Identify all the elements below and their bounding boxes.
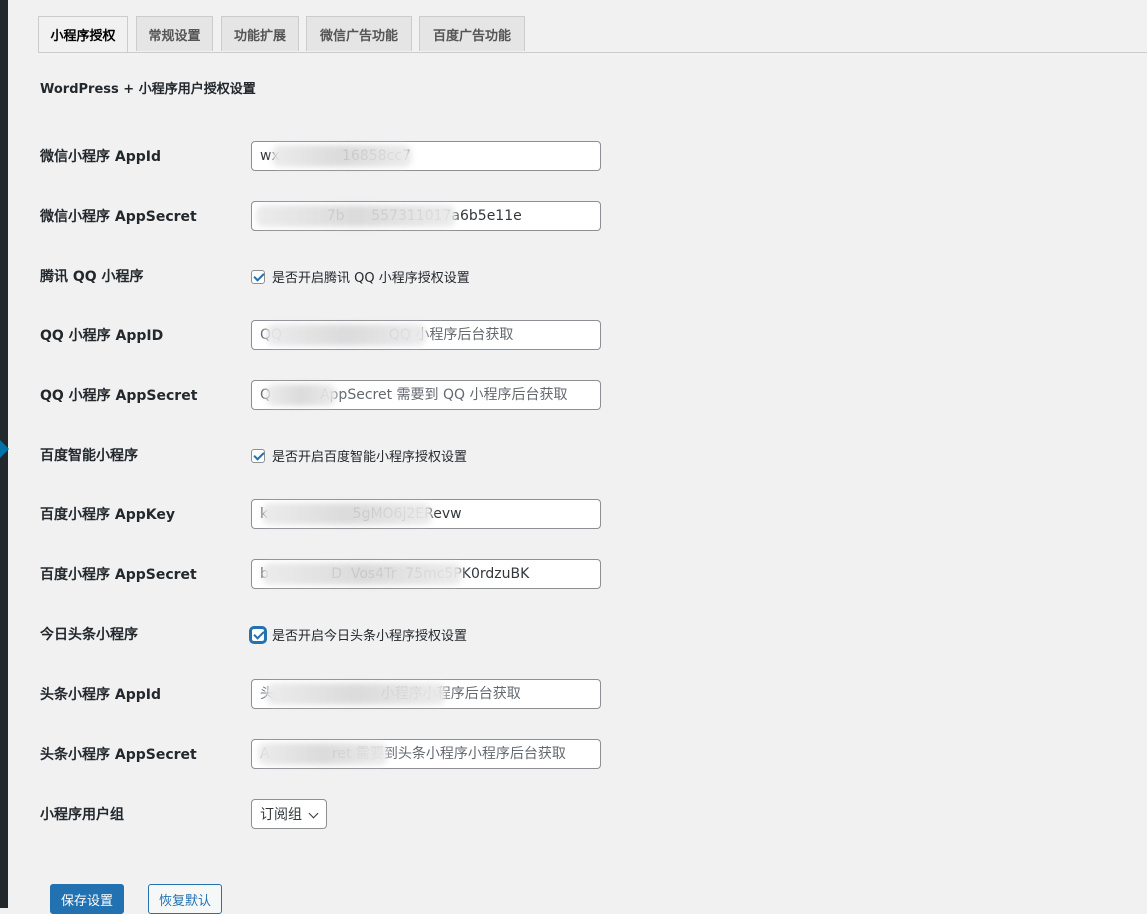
qq-appid-label: QQ 小程序 AppID — [40, 328, 164, 344]
toutiao-enable-label: 今日头条小程序 — [40, 627, 138, 643]
row-user-group: 小程序用户组 订阅组 — [40, 799, 620, 829]
qq-appsecret-input[interactable] — [251, 380, 601, 410]
qq-enable-label: 腾讯 QQ 小程序 — [40, 269, 144, 285]
toutiao-enable-checkbox-wrap[interactable]: 是否开启今日头条小程序授权设置 — [251, 625, 467, 644]
row-qq-enable: 腾讯 QQ 小程序 是否开启腾讯 QQ 小程序授权设置 — [40, 261, 620, 291]
toutiao-enable-checkbox[interactable] — [251, 627, 265, 642]
toutiao-enable-text: 是否开启今日头条小程序授权设置 — [272, 629, 468, 644]
section-title: WordPress + 小程序用户授权设置 — [40, 82, 256, 97]
user-group-select[interactable]: 订阅组 — [251, 799, 327, 829]
toutiao-appid-input[interactable] — [251, 679, 601, 709]
tab-extensions[interactable]: 功能扩展 — [221, 16, 299, 51]
qq-appsecret-label: QQ 小程序 AppSecret — [40, 388, 198, 404]
row-qq-appid: QQ 小程序 AppID — [40, 320, 620, 350]
row-baidu-appkey: 百度小程序 AppKey — [40, 499, 620, 529]
restore-defaults-button[interactable]: 恢复默认 — [148, 884, 222, 914]
qq-enable-text: 是否开启腾讯 QQ 小程序授权设置 — [272, 271, 470, 286]
toutiao-appid-label: 头条小程序 AppId — [40, 687, 161, 703]
checkmark-icon — [253, 627, 265, 640]
qq-enable-checkbox-wrap[interactable]: 是否开启腾讯 QQ 小程序授权设置 — [251, 267, 470, 286]
baidu-appsecret-input[interactable] — [251, 559, 601, 589]
tab-baidu-ads[interactable]: 百度广告功能 — [419, 16, 525, 51]
tab-general[interactable]: 常规设置 — [136, 16, 213, 51]
wx-appsecret-input[interactable] — [251, 201, 601, 231]
row-baidu-enable: 百度智能小程序 是否开启百度智能小程序授权设置 — [40, 440, 620, 470]
collapse-menu-arrow-icon[interactable] — [0, 440, 9, 458]
baidu-enable-checkbox-wrap[interactable]: 是否开启百度智能小程序授权设置 — [251, 446, 467, 465]
checkmark-icon — [253, 269, 265, 282]
user-group-label: 小程序用户组 — [40, 807, 124, 823]
tab-authorization[interactable]: 小程序授权 — [38, 16, 128, 52]
row-wx-appid: 微信小程序 AppId — [40, 141, 620, 171]
tab-wechat-ads[interactable]: 微信广告功能 — [306, 16, 412, 51]
baidu-enable-label: 百度智能小程序 — [40, 448, 138, 464]
row-baidu-appsecret: 百度小程序 AppSecret — [40, 559, 620, 589]
chevron-down-icon — [308, 808, 319, 819]
qq-appid-input[interactable] — [251, 320, 601, 350]
baidu-enable-checkbox[interactable] — [251, 448, 265, 463]
toutiao-appsecret-label: 头条小程序 AppSecret — [40, 747, 197, 763]
wx-appid-label: 微信小程序 AppId — [40, 149, 161, 165]
wx-appid-input[interactable] — [251, 141, 601, 171]
wx-appsecret-label: 微信小程序 AppSecret — [40, 209, 197, 225]
row-toutiao-appsecret: 头条小程序 AppSecret — [40, 739, 620, 769]
settings-tabs: 小程序授权 常规设置 功能扩展 微信广告功能 百度广告功能 — [38, 16, 1147, 53]
save-settings-button[interactable]: 保存设置 — [50, 884, 124, 914]
row-qq-appsecret: QQ 小程序 AppSecret — [40, 380, 620, 410]
baidu-appsecret-label: 百度小程序 AppSecret — [40, 567, 197, 583]
user-group-selected: 订阅组 — [260, 807, 302, 823]
baidu-appkey-label: 百度小程序 AppKey — [40, 507, 175, 523]
row-toutiao-enable: 今日头条小程序 是否开启今日头条小程序授权设置 — [40, 619, 620, 649]
row-toutiao-appid: 头条小程序 AppId — [40, 679, 620, 709]
baidu-appkey-input[interactable] — [251, 499, 601, 529]
qq-enable-checkbox[interactable] — [251, 269, 265, 284]
baidu-enable-text: 是否开启百度智能小程序授权设置 — [272, 450, 468, 465]
row-wx-appsecret: 微信小程序 AppSecret — [40, 201, 620, 231]
toutiao-appsecret-input[interactable] — [251, 739, 601, 769]
checkmark-icon — [253, 448, 265, 461]
